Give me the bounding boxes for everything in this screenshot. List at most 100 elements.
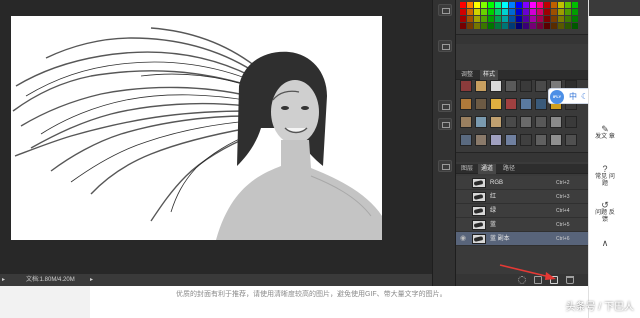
character-panel-icon[interactable] bbox=[438, 100, 452, 112]
color-swatch[interactable] bbox=[516, 2, 522, 8]
color-swatch[interactable] bbox=[474, 9, 480, 15]
status-menu-arrow[interactable]: ▸ bbox=[2, 274, 5, 286]
color-swatch[interactable] bbox=[488, 16, 494, 22]
color-swatch[interactable] bbox=[544, 9, 550, 15]
style-preset-swatch[interactable] bbox=[520, 134, 532, 146]
tab-adjustments[interactable]: 调整 bbox=[458, 70, 476, 80]
color-swatch[interactable] bbox=[502, 23, 508, 29]
color-swatch[interactable] bbox=[460, 9, 466, 15]
color-swatch[interactable] bbox=[523, 23, 529, 29]
status-nav-arrow[interactable]: ▸ bbox=[90, 274, 93, 286]
tab-paths[interactable]: 路径 bbox=[500, 164, 518, 174]
style-preset-swatch[interactable] bbox=[490, 80, 502, 92]
style-preset-swatch[interactable] bbox=[475, 116, 487, 128]
style-preset-swatch[interactable] bbox=[550, 134, 562, 146]
color-swatch[interactable] bbox=[530, 23, 536, 29]
style-preset-swatch[interactable] bbox=[490, 116, 502, 128]
color-swatch[interactable] bbox=[572, 2, 578, 8]
tab-styles[interactable]: 样式 bbox=[480, 70, 499, 80]
color-swatch[interactable] bbox=[530, 16, 536, 22]
color-swatch[interactable] bbox=[481, 23, 487, 29]
style-preset-swatch[interactable] bbox=[460, 80, 472, 92]
color-swatch[interactable] bbox=[467, 2, 473, 8]
color-swatch[interactable] bbox=[558, 9, 564, 15]
channel-row-blue[interactable]: 蓝 Ctrl+5 bbox=[456, 218, 588, 232]
style-preset-swatch[interactable] bbox=[460, 134, 472, 146]
color-swatch[interactable] bbox=[558, 23, 564, 29]
color-swatch[interactable] bbox=[537, 9, 543, 15]
color-swatch[interactable] bbox=[558, 2, 564, 8]
color-swatch[interactable] bbox=[474, 2, 480, 8]
channel-row-blue-copy[interactable]: ◉ 蓝 副本 Ctrl+6 bbox=[456, 232, 588, 246]
color-swatch[interactable] bbox=[530, 2, 536, 8]
scroll-top-button[interactable]: ∧ bbox=[595, 238, 615, 248]
style-preset-swatch[interactable] bbox=[520, 98, 532, 110]
color-swatch[interactable] bbox=[460, 23, 466, 29]
color-swatch[interactable] bbox=[537, 16, 543, 22]
write-article-button[interactable]: ✎ 发文 章 bbox=[595, 124, 615, 141]
style-preset-swatch[interactable] bbox=[460, 98, 472, 110]
color-swatch[interactable] bbox=[523, 16, 529, 22]
color-swatch[interactable] bbox=[502, 9, 508, 15]
style-preset-swatch[interactable] bbox=[490, 134, 502, 146]
color-swatch[interactable] bbox=[481, 9, 487, 15]
color-swatch[interactable] bbox=[495, 16, 501, 22]
style-preset-swatch[interactable] bbox=[520, 116, 532, 128]
color-swatch[interactable] bbox=[551, 23, 557, 29]
style-preset-swatch[interactable] bbox=[475, 98, 487, 110]
document-canvas[interactable] bbox=[11, 16, 382, 240]
visibility-eye-icon[interactable]: ◉ bbox=[460, 235, 468, 243]
style-preset-swatch[interactable] bbox=[550, 116, 562, 128]
color-swatch[interactable] bbox=[516, 23, 522, 29]
collapse-panels-icon[interactable] bbox=[438, 4, 452, 16]
color-swatch[interactable] bbox=[481, 16, 487, 22]
color-swatch[interactable] bbox=[467, 23, 473, 29]
color-swatch[interactable] bbox=[502, 2, 508, 8]
color-swatch[interactable] bbox=[488, 2, 494, 8]
delete-channel-icon[interactable] bbox=[566, 276, 574, 284]
style-preset-swatch[interactable] bbox=[505, 134, 517, 146]
visibility-eye-icon[interactable] bbox=[460, 179, 468, 187]
color-swatch[interactable] bbox=[474, 23, 480, 29]
color-swatch[interactable] bbox=[537, 2, 543, 8]
color-swatch[interactable] bbox=[495, 2, 501, 8]
color-swatch[interactable] bbox=[509, 2, 515, 8]
color-swatch[interactable] bbox=[509, 23, 515, 29]
color-swatch[interactable] bbox=[544, 16, 550, 22]
color-swatch[interactable] bbox=[495, 9, 501, 15]
color-swatch[interactable] bbox=[460, 2, 466, 8]
color-swatch[interactable] bbox=[551, 9, 557, 15]
style-preset-swatch[interactable] bbox=[520, 80, 532, 92]
color-swatch[interactable] bbox=[502, 16, 508, 22]
swatches-panel[interactable] bbox=[460, 0, 580, 32]
channel-row-rgb[interactable]: RGB Ctrl+2 bbox=[456, 176, 588, 190]
ime-logo-icon[interactable]: IFLY bbox=[550, 90, 564, 104]
color-swatch[interactable] bbox=[495, 23, 501, 29]
color-swatch[interactable] bbox=[565, 2, 571, 8]
color-swatch[interactable] bbox=[523, 2, 529, 8]
style-preset-swatch[interactable] bbox=[475, 80, 487, 92]
color-swatch[interactable] bbox=[460, 16, 466, 22]
color-swatch[interactable] bbox=[544, 23, 550, 29]
channel-row-red[interactable]: 红 Ctrl+3 bbox=[456, 190, 588, 204]
style-preset-swatch[interactable] bbox=[565, 134, 577, 146]
faq-button[interactable]: ? 常见 问题 bbox=[595, 164, 615, 188]
style-preset-swatch[interactable] bbox=[565, 116, 577, 128]
color-swatch[interactable] bbox=[572, 23, 578, 29]
color-swatch[interactable] bbox=[544, 2, 550, 8]
history-panel-icon[interactable] bbox=[438, 40, 452, 52]
color-swatch[interactable] bbox=[551, 16, 557, 22]
style-preset-swatch[interactable] bbox=[535, 98, 547, 110]
color-swatch[interactable] bbox=[488, 23, 494, 29]
color-swatch[interactable] bbox=[572, 9, 578, 15]
style-preset-swatch[interactable] bbox=[460, 116, 472, 128]
color-swatch[interactable] bbox=[467, 9, 473, 15]
color-swatch[interactable] bbox=[572, 16, 578, 22]
style-preset-swatch[interactable] bbox=[475, 134, 487, 146]
color-swatch[interactable] bbox=[565, 9, 571, 15]
tab-layers[interactable]: 图层 bbox=[458, 164, 476, 174]
color-swatch[interactable] bbox=[551, 2, 557, 8]
color-swatch[interactable] bbox=[558, 16, 564, 22]
3d-panel-icon[interactable] bbox=[438, 160, 452, 172]
paragraph-panel-icon[interactable] bbox=[438, 118, 452, 130]
